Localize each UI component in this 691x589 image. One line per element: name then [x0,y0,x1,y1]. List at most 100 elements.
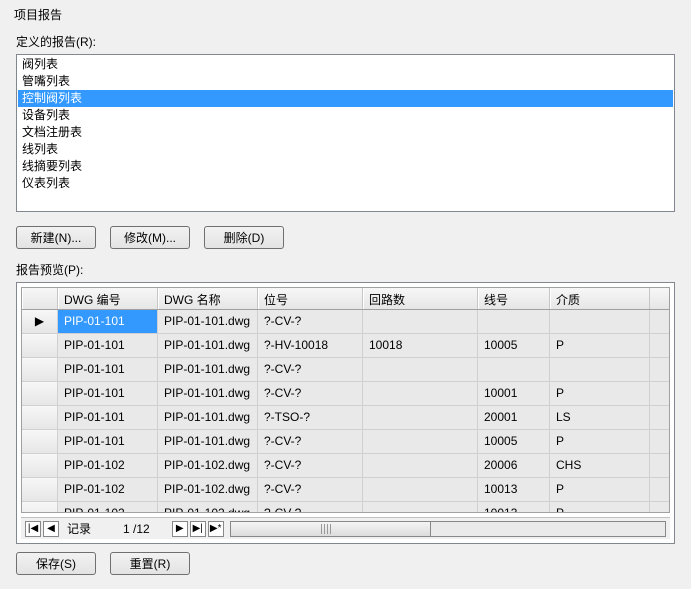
grid-header-line[interactable]: 线号 [478,288,550,309]
table-cell[interactable] [550,358,650,381]
table-cell[interactable]: PIP-01-101.dwg [158,334,258,357]
row-selector[interactable]: ▶ [22,310,58,333]
new-button[interactable]: 新建(N)... [16,226,96,249]
table-row[interactable]: PIP-01-101PIP-01-101.dwg?-CV-? 10001P [22,382,669,406]
table-cell[interactable]: 10013 [478,478,550,501]
table-cell[interactable]: 10013 [478,502,550,512]
table-cell[interactable]: 10005 [478,430,550,453]
table-cell[interactable]: PIP-01-101 [58,406,158,429]
table-cell[interactable]: ?-CV-? [258,310,363,333]
table-cell[interactable]: 20001 [478,406,550,429]
table-cell[interactable]: ?-CV-? [258,502,363,512]
row-selector[interactable] [22,502,58,512]
row-selector[interactable] [22,430,58,453]
list-item[interactable]: 仪表列表 [18,175,673,192]
grid-header-tag[interactable]: 位号 [258,288,363,309]
scrollbar-thumb[interactable] [231,522,431,536]
table-cell[interactable]: 10005 [478,334,550,357]
table-cell[interactable]: CHS [550,454,650,477]
list-item[interactable]: 线列表 [18,141,673,158]
table-cell[interactable]: P [550,430,650,453]
table-row[interactable]: PIP-01-102PIP-01-102.dwg?-CV-? 20006CHS [22,454,669,478]
nav-new-button[interactable]: ▶* [208,521,224,537]
save-button[interactable]: 保存(S) [16,552,96,575]
table-cell[interactable]: ?-CV-? [258,358,363,381]
table-cell[interactable] [363,358,478,381]
list-item[interactable]: 阀列表 [18,56,673,73]
table-cell[interactable]: PIP-01-101 [58,334,158,357]
grid-header-dwg-number[interactable]: DWG 编号 [58,288,158,309]
grid-header-loop[interactable]: 回路数 [363,288,478,309]
nav-next-button[interactable]: ▶ [172,521,188,537]
row-selector[interactable] [22,454,58,477]
list-item[interactable]: 管嘴列表 [18,73,673,90]
list-item[interactable]: 控制阀列表 [18,90,673,107]
table-cell[interactable] [363,382,478,405]
modify-button[interactable]: 修改(M)... [110,226,190,249]
table-cell[interactable]: PIP-01-101 [58,358,158,381]
table-row[interactable]: PIP-01-101PIP-01-101.dwg?-CV-? [22,358,669,382]
table-cell[interactable]: PIP-01-101.dwg [158,430,258,453]
table-cell[interactable]: PIP-01-102 [58,454,158,477]
table-cell[interactable]: PIP-01-102 [58,478,158,501]
list-item[interactable]: 设备列表 [18,107,673,124]
horizontal-scrollbar[interactable] [230,521,666,537]
table-row[interactable]: PIP-01-102PIP-01-102.dwg?-CV-? 10013P [22,502,669,512]
table-cell[interactable]: P [550,334,650,357]
row-selector[interactable] [22,382,58,405]
table-cell[interactable]: PIP-01-101.dwg [158,382,258,405]
nav-last-button[interactable]: ▶| [190,521,206,537]
table-cell[interactable]: PIP-01-102 [58,502,158,512]
table-cell[interactable] [363,430,478,453]
table-cell[interactable]: ?-CV-? [258,430,363,453]
table-row[interactable]: PIP-01-101PIP-01-101.dwg?-CV-? 10005P [22,430,669,454]
table-cell[interactable]: 20006 [478,454,550,477]
delete-button[interactable]: 删除(D) [204,226,284,249]
table-cell[interactable] [478,358,550,381]
table-cell[interactable]: P [550,382,650,405]
row-selector[interactable] [22,478,58,501]
table-cell[interactable]: PIP-01-101.dwg [158,310,258,333]
grid-header-dwg-name[interactable]: DWG 名称 [158,288,258,309]
reset-button[interactable]: 重置(R) [110,552,190,575]
table-cell[interactable] [363,454,478,477]
table-cell[interactable] [550,310,650,333]
table-cell[interactable]: LS [550,406,650,429]
table-cell[interactable]: PIP-01-101 [58,382,158,405]
table-cell[interactable]: ?-CV-? [258,382,363,405]
table-cell[interactable] [363,502,478,512]
table-row[interactable]: PIP-01-101PIP-01-101.dwg?-TSO-? 20001LS [22,406,669,430]
grid-header-selector[interactable] [22,288,58,309]
nav-prev-button[interactable]: ◀ [43,521,59,537]
table-cell[interactable]: PIP-01-102.dwg [158,502,258,512]
table-cell[interactable]: PIP-01-101.dwg [158,358,258,381]
table-cell[interactable]: ?-TSO-? [258,406,363,429]
table-cell[interactable]: ?-CV-? [258,478,363,501]
table-row[interactable]: PIP-01-102PIP-01-102.dwg?-CV-? 10013P [22,478,669,502]
report-preview-grid[interactable]: DWG 编号 DWG 名称 位号 回路数 线号 介质 ▶PIP-01-101PI… [21,287,670,513]
table-cell[interactable]: 10001 [478,382,550,405]
table-cell[interactable]: ?-CV-? [258,454,363,477]
row-selector[interactable] [22,334,58,357]
grid-header-medium[interactable]: 介质 [550,288,650,309]
row-selector[interactable] [22,358,58,381]
table-cell[interactable]: P [550,502,650,512]
table-row[interactable]: PIP-01-101PIP-01-101.dwg?-HV-10018100181… [22,334,669,358]
defined-reports-list[interactable]: 阀列表管嘴列表控制阀列表设备列表文档注册表线列表线摘要列表仪表列表 [16,54,675,212]
table-cell[interactable]: PIP-01-101.dwg [158,406,258,429]
row-selector[interactable] [22,406,58,429]
table-cell[interactable]: 10018 [363,334,478,357]
nav-first-button[interactable]: |◀ [25,521,41,537]
list-item[interactable]: 文档注册表 [18,124,673,141]
table-cell[interactable]: PIP-01-102.dwg [158,454,258,477]
table-row[interactable]: ▶PIP-01-101PIP-01-101.dwg?-CV-? [22,310,669,334]
table-cell[interactable]: P [550,478,650,501]
table-cell[interactable] [478,310,550,333]
table-cell[interactable] [363,478,478,501]
table-cell[interactable]: ?-HV-10018 [258,334,363,357]
table-cell[interactable]: PIP-01-102.dwg [158,478,258,501]
table-cell[interactable]: PIP-01-101 [58,310,158,333]
table-cell[interactable]: PIP-01-101 [58,430,158,453]
list-item[interactable]: 线摘要列表 [18,158,673,175]
table-cell[interactable] [363,310,478,333]
